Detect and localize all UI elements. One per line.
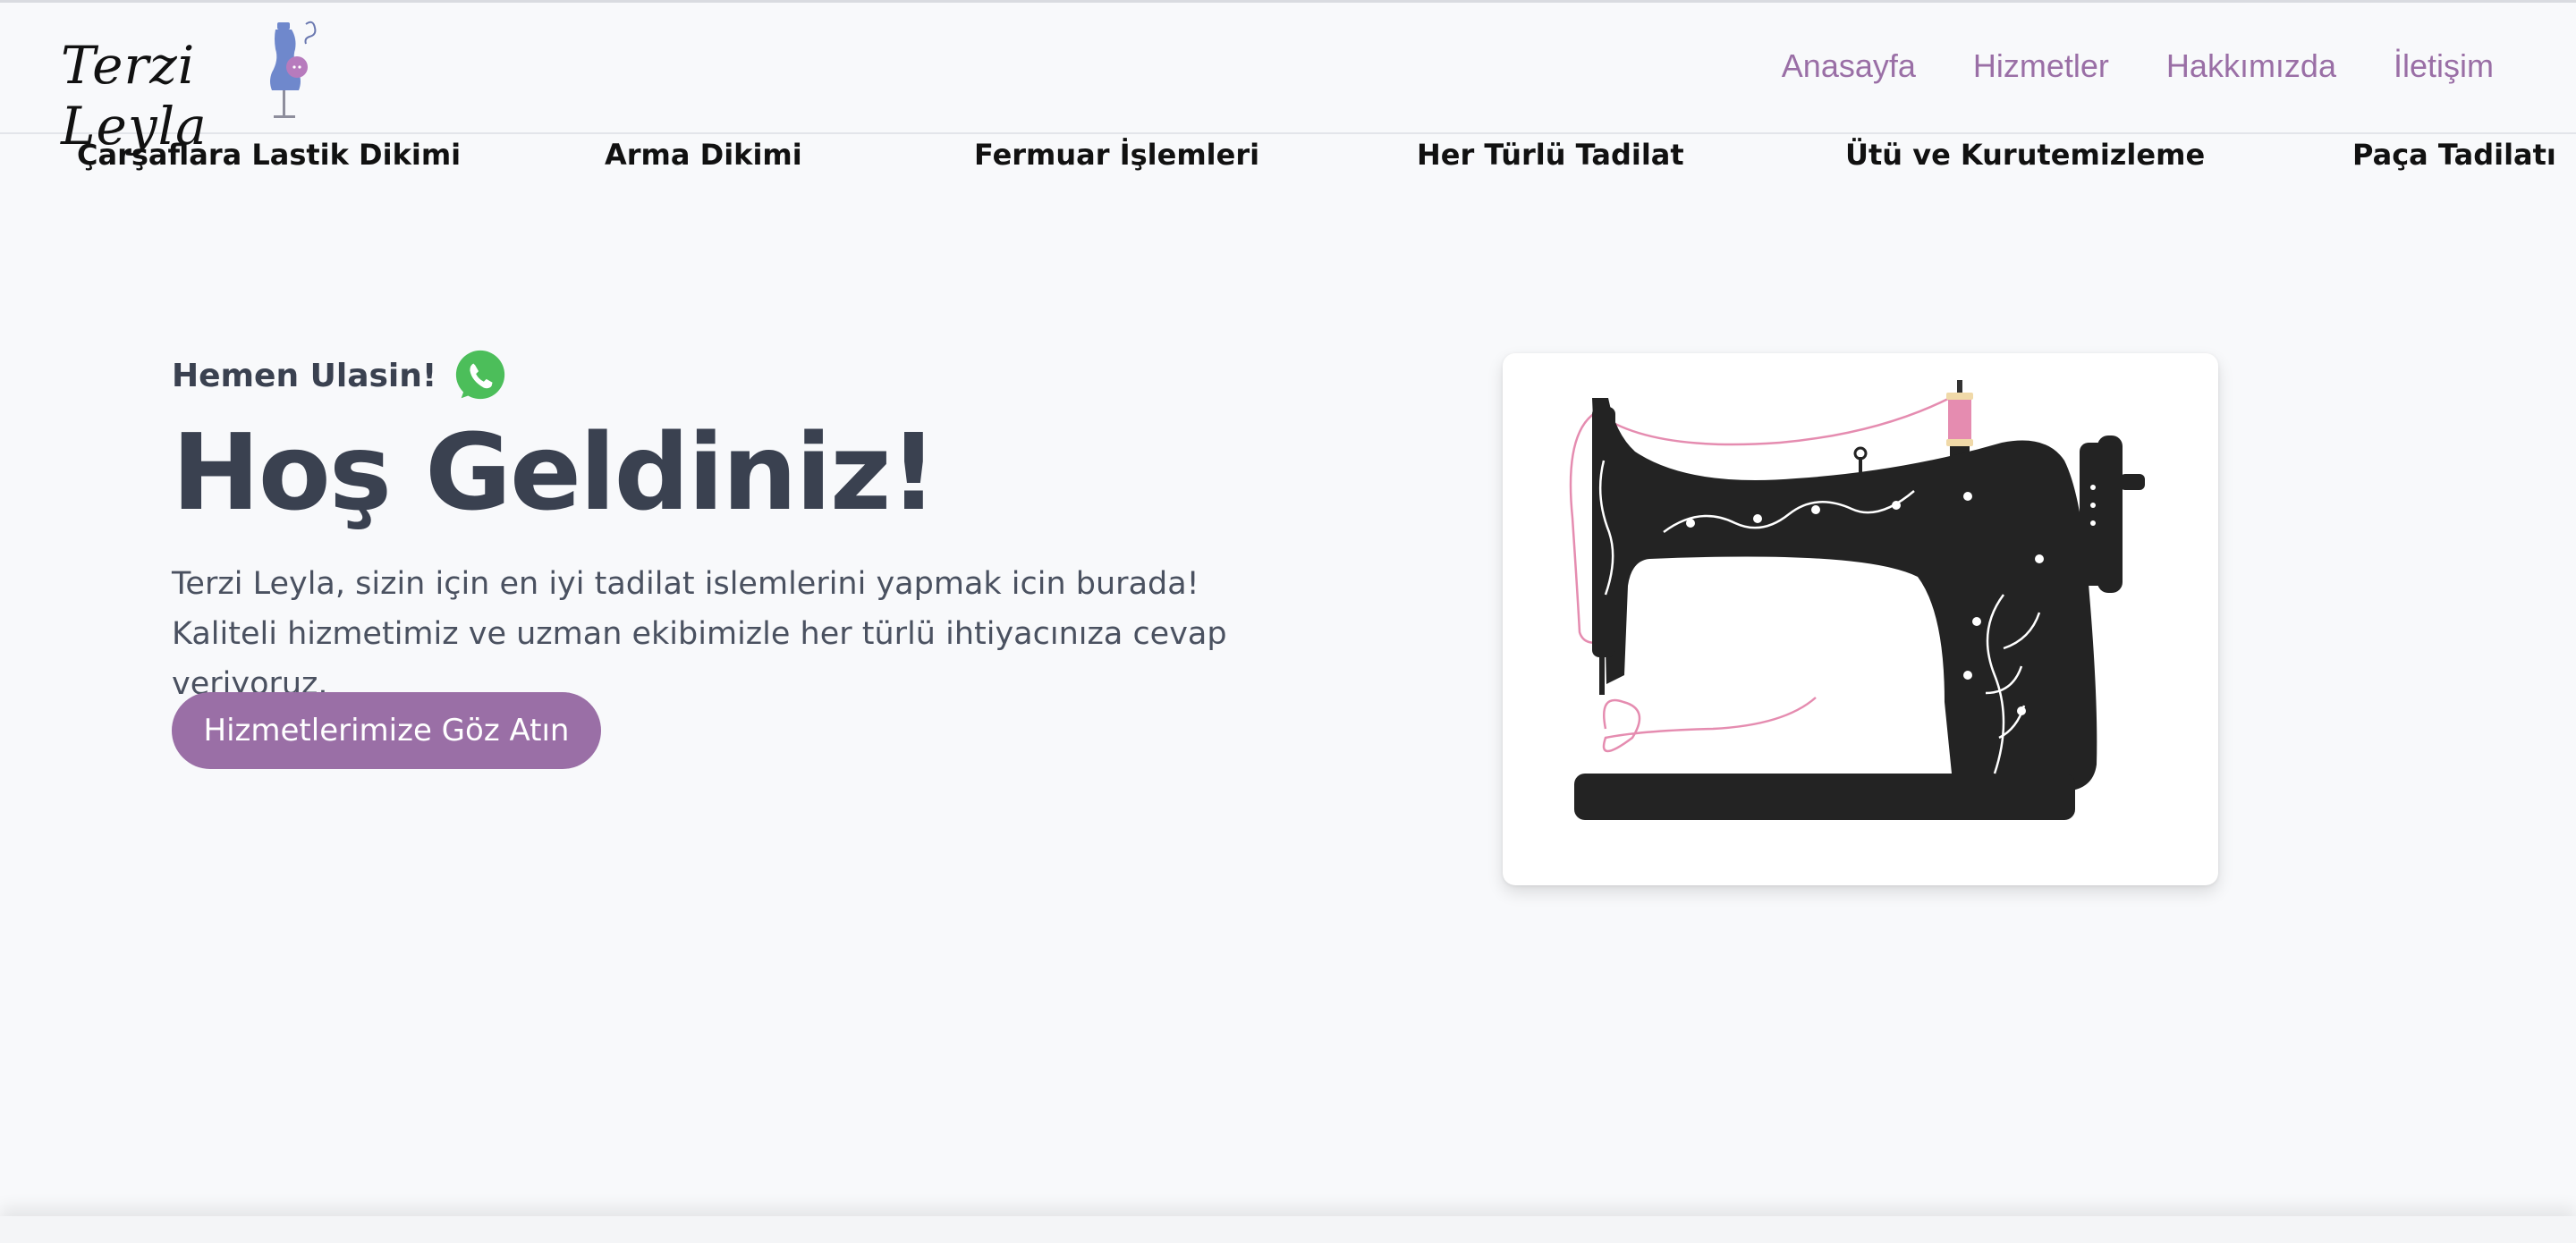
site-logo[interactable]: Terzi Leyla: [55, 15, 324, 156]
hero-section: Hemen Ulasin! Hoş Geldiniz! Terzi Leyla,…: [172, 344, 1335, 740]
contact-row: Hemen Ulasin!: [172, 344, 1335, 407]
nav-anasayfa[interactable]: Anasayfa: [1782, 47, 1916, 85]
service-item[interactable]: Ütü ve Kurutemizleme: [1845, 138, 2205, 172]
site-header: Terzi Leyla Anasayfa Hizmetler Hakkımızd…: [0, 3, 2576, 156]
next-section-edge: [0, 1216, 2576, 1243]
hero-image-card: [1503, 353, 2218, 885]
service-item[interactable]: Arma Dikimi: [605, 138, 802, 172]
nav-hakkimizda[interactable]: Hakkımızda: [2166, 47, 2336, 85]
sewing-machine-illustration: [1569, 380, 2145, 820]
services-cta-button[interactable]: Hizmetlerimize Göz Atın: [172, 692, 601, 769]
nav-hizmetler[interactable]: Hizmetler: [1973, 47, 2109, 85]
service-item[interactable]: Paça Tadilatı: [2352, 138, 2556, 172]
service-item[interactable]: Her Türlü Tadilat: [1417, 138, 1684, 172]
contact-label: Hemen Ulasin!: [172, 357, 437, 394]
service-item[interactable]: Çarşaflara Lastik Dikimi: [77, 138, 461, 172]
hero-description: Terzi Leyla, sizin için en iyi tadilat i…: [172, 565, 1227, 702]
nav-iletisim[interactable]: İletişim: [2394, 47, 2494, 85]
main-nav: Anasayfa Hizmetler Hakkımızda İletişim: [1782, 47, 2494, 85]
dress-form-icon: [270, 21, 317, 118]
hero-title: Hoş Geldiniz!: [172, 410, 937, 534]
whatsapp-icon[interactable]: [453, 348, 508, 403]
service-item[interactable]: Fermuar İşlemleri: [974, 138, 1259, 172]
services-strip: Çarşaflara Lastik Dikimi Arma Dikimi Fer…: [0, 134, 2576, 179]
